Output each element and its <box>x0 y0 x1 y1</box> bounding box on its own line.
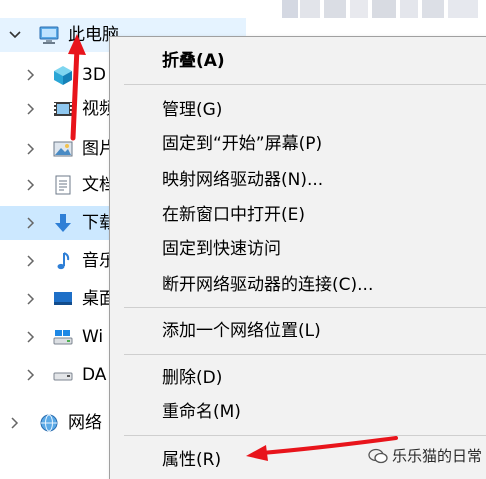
menu-item-map-network-drive[interactable]: 映射网络驱动器(N)... <box>110 164 486 196</box>
blurred-content <box>324 0 346 18</box>
3d-objects-icon <box>52 64 74 86</box>
pictures-icon <box>52 138 74 160</box>
menu-separator <box>124 435 486 436</box>
menu-item-manage[interactable]: 管理(G) <box>110 94 486 126</box>
menu-separator <box>124 354 486 355</box>
chevron-right-icon[interactable] <box>24 178 38 192</box>
menu-label: 删除(D) <box>162 368 223 388</box>
drive-icon <box>52 364 74 386</box>
menu-label: 固定到“开始”屏幕(P) <box>162 134 323 154</box>
chevron-right-icon[interactable] <box>24 68 38 82</box>
network-icon <box>38 412 60 434</box>
documents-icon <box>52 174 74 196</box>
watermark-text: 乐乐猫的日常 <box>392 447 483 465</box>
menu-item-rename[interactable]: 重命名(M) <box>110 396 486 428</box>
menu-separator <box>124 84 486 85</box>
menu-item-pin-to-start[interactable]: 固定到“开始”屏幕(P) <box>110 128 486 160</box>
tree-label: DA <box>82 365 107 385</box>
chevron-right-icon[interactable] <box>24 142 38 156</box>
menu-item-open-in-new-window[interactable]: 在新窗口中打开(E) <box>110 199 486 231</box>
music-icon <box>52 250 74 272</box>
menu-item-pin-to-quick-access[interactable]: 固定到快速访问 <box>110 233 486 265</box>
videos-icon <box>52 98 74 120</box>
desktop-icon <box>52 288 74 310</box>
context-menu: 折叠(A) 管理(G) 固定到“开始”屏幕(P) 映射网络驱动器(N)... 在… <box>109 36 486 479</box>
menu-label: 固定到快速访问 <box>162 239 281 259</box>
menu-label: 管理(G) <box>162 100 223 120</box>
blurred-content <box>372 0 396 18</box>
menu-item-collapse[interactable]: 折叠(A) <box>110 45 486 77</box>
menu-label: 添加一个网络位置(L) <box>162 321 321 341</box>
tree-label: 3D <box>82 65 106 85</box>
menu-separator <box>124 307 486 308</box>
wechat-icon <box>368 447 388 469</box>
chevron-right-icon[interactable] <box>24 102 38 116</box>
blurred-content <box>422 0 444 18</box>
menu-label: 重命名(M) <box>162 402 241 422</box>
menu-label: 映射网络驱动器(N)... <box>162 170 324 190</box>
blurred-content <box>282 0 298 18</box>
menu-item-disconnect-network-drive[interactable]: 断开网络驱动器的连接(C)... <box>110 269 486 301</box>
chevron-right-icon[interactable] <box>24 254 38 268</box>
drive-icon <box>52 326 74 348</box>
chevron-right-icon[interactable] <box>24 292 38 306</box>
chevron-down-icon[interactable] <box>8 28 22 42</box>
blurred-content <box>300 0 320 18</box>
computer-icon <box>38 24 60 46</box>
downloads-icon <box>52 212 74 234</box>
blurred-content <box>448 0 478 18</box>
blurred-content <box>350 0 368 18</box>
menu-label: 在新窗口中打开(E) <box>162 205 306 225</box>
menu-item-delete[interactable]: 删除(D) <box>110 362 486 394</box>
chevron-right-icon[interactable] <box>24 216 38 230</box>
chevron-right-icon[interactable] <box>24 330 38 344</box>
menu-item-add-network-location[interactable]: 添加一个网络位置(L) <box>110 315 486 347</box>
tree-label: Wi <box>82 327 104 347</box>
chevron-right-icon[interactable] <box>24 368 38 382</box>
tree-label-network: 网络 <box>68 413 102 433</box>
chevron-right-icon[interactable] <box>8 416 22 430</box>
menu-label: 折叠(A) <box>162 51 225 71</box>
menu-label: 断开网络驱动器的连接(C)... <box>162 275 374 295</box>
blurred-content <box>400 0 418 18</box>
menu-label: 属性(R) <box>162 450 222 470</box>
